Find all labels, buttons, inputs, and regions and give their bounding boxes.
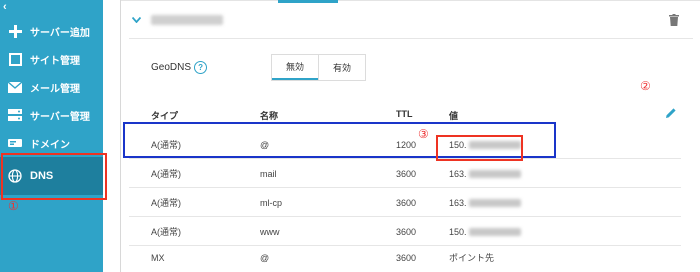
geodns-option-disabled[interactable]: 無効 [272, 55, 318, 80]
sidebar-item-label: サーバー管理 [30, 111, 90, 123]
cell-ttl: 3600 [396, 197, 417, 208]
cell-value: 150. [449, 217, 521, 246]
value-highlight-box [436, 135, 523, 161]
window-icon [6, 50, 24, 68]
cell-value: ポイント先 [449, 253, 495, 263]
cell-value: 163. [449, 188, 521, 217]
cell-type: A(通常) [151, 169, 181, 179]
cell-ttl: 3600 [396, 168, 417, 179]
table-row[interactable]: A(通常) mail 3600 163. [121, 159, 681, 188]
cell-name: ml-cp [260, 197, 282, 208]
cell-value: 163. [449, 159, 521, 188]
sidebar-item-label: サイト管理 [30, 55, 80, 67]
sidebar-item-label: サーバー追加 [30, 27, 90, 39]
geodns-toggle: 無効 有効 [271, 54, 366, 81]
column-header-value: 値 [449, 111, 459, 121]
cell-name: @ [260, 252, 270, 263]
value-text: 163. [449, 197, 467, 208]
sidebar-item-add-server[interactable]: サーバー追加 [0, 17, 103, 45]
cell-ttl: 3600 [396, 252, 417, 263]
value-redacted [468, 198, 521, 207]
cell-type: MX [151, 252, 165, 263]
annotation-three: ③ [418, 127, 429, 141]
cell-ttl: 3600 [396, 226, 417, 237]
domain-name-redacted [151, 15, 223, 25]
domain-icon [6, 134, 24, 152]
value-text: 150. [449, 226, 467, 237]
header-divider [129, 38, 693, 39]
table-row[interactable]: A(通常) www 3600 150. [121, 217, 681, 246]
geodns-label: GeoDNS [151, 62, 192, 73]
cell-type: A(通常) [151, 198, 181, 208]
annotation-one: ① [8, 199, 19, 213]
value-redacted [468, 169, 521, 178]
sidebar-item-label: メール管理 [30, 83, 80, 95]
sidebar-item-mail-management[interactable]: メール管理 [0, 73, 103, 101]
cell-name: www [260, 226, 280, 237]
sidebar: ‹ サーバー追加 サイト管理 メール管理 サーバー管理 ドメイン DNS [0, 0, 103, 272]
column-header-type: タイプ [151, 111, 179, 121]
value-redacted [468, 227, 521, 236]
server-icon [6, 106, 24, 124]
trash-icon[interactable] [669, 14, 679, 26]
geodns-option-enabled[interactable]: 有効 [318, 55, 365, 80]
table-row[interactable]: MX @ 3600 ポイント先 [121, 243, 681, 272]
column-header-name: 名称 [260, 111, 279, 121]
chevron-down-icon[interactable] [132, 17, 141, 23]
sidebar-item-label: ドメイン [30, 139, 70, 151]
sidebar-item-server-management[interactable]: サーバー管理 [0, 101, 103, 129]
top-divider [121, 0, 700, 1]
dns-highlight-box [1, 153, 107, 200]
table-row[interactable]: A(通常) ml-cp 3600 163. [121, 188, 681, 217]
help-icon[interactable]: ? [194, 61, 208, 74]
back-chevron-icon[interactable]: ‹ [3, 2, 7, 13]
pencil-icon[interactable] [665, 107, 677, 119]
cell-name: mail [260, 168, 277, 179]
plus-icon [6, 22, 24, 40]
annotation-two: ② [640, 79, 651, 93]
envelope-icon [6, 78, 24, 96]
column-header-ttl: TTL [396, 109, 413, 119]
cell-type: A(通常) [151, 227, 181, 237]
geodns-label-row: GeoDNS ? [151, 61, 208, 74]
top-accent-bar [278, 0, 338, 3]
value-text: 163. [449, 168, 467, 179]
sidebar-item-site-management[interactable]: サイト管理 [0, 45, 103, 73]
domain-header [121, 6, 681, 36]
